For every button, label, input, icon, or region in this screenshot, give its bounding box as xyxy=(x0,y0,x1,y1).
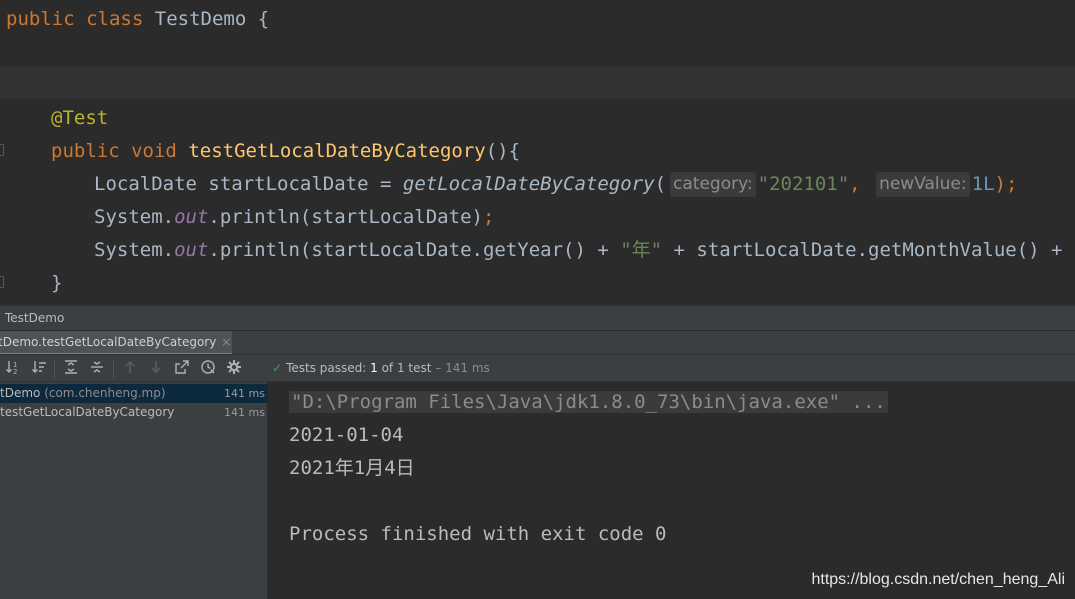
paren: ); xyxy=(994,173,1018,195)
test-duration: 141 ms xyxy=(224,406,265,419)
statement-line-3[interactable]: System.out.println(startLocalDate.getYea… xyxy=(94,234,1075,267)
string-literal: "年" xyxy=(620,239,663,261)
keyword: public xyxy=(51,140,120,162)
variable-assign: startLocalDate = xyxy=(208,173,392,195)
run-config-title: TestDemo xyxy=(5,311,65,325)
class-ref: System. xyxy=(94,206,175,228)
statement-line-1[interactable]: LocalDate startLocalDate = getLocalDateB… xyxy=(94,168,1017,201)
status-time: – 141 ms xyxy=(435,361,490,375)
annotation-line[interactable]: @Test xyxy=(51,102,108,135)
status-prefix: Tests passed: xyxy=(286,361,367,375)
console-output-line: 2021-01-04 xyxy=(289,424,404,446)
method-name: testGetLocalDateByCategory xyxy=(188,140,486,162)
closing-brace[interactable]: } xyxy=(51,267,62,300)
export-icon[interactable] xyxy=(172,359,192,379)
brace: { xyxy=(257,8,270,30)
check-icon: ✓ xyxy=(272,361,283,375)
keyword: public xyxy=(6,8,75,30)
package-name: (com.chenheng.mp) xyxy=(44,386,166,400)
watermark: https://blog.csdn.net/chen_heng_Ali xyxy=(811,571,1065,588)
call: + startLocalDate.getMonthValue() + xyxy=(662,239,1074,261)
semicolon: ; xyxy=(482,206,495,228)
tree-row-method[interactable]: testGetLocalDateByCategory 141 ms xyxy=(0,403,268,422)
test-status: ✓ Tests passed: 1 of 1 test – 141 ms xyxy=(272,361,490,375)
console-command-line: "D:\Program Files\Java\jdk1.8.0_73\bin\j… xyxy=(289,386,888,419)
type-name: LocalDate xyxy=(94,173,197,195)
call: .println(startLocalDate) xyxy=(208,206,483,228)
brace: } xyxy=(51,272,63,294)
process-exit-line: Process finished with exit code 0 xyxy=(289,523,667,545)
console-output[interactable]: "D:\Program Files\Java\jdk1.8.0_73\bin\j… xyxy=(268,382,1075,599)
parens: (){ xyxy=(485,140,521,162)
method-call: getLocalDateByCategory xyxy=(402,173,655,195)
string-literal: "202101" xyxy=(757,173,850,195)
parameter-hint: newValue: xyxy=(876,172,970,197)
run-tabs: tDemo.testGetLocalDateByCategory × xyxy=(0,330,1075,355)
toolbar-separator xyxy=(54,360,55,378)
keyword: class xyxy=(86,8,144,30)
java-command: "D:\Program Files\Java\jdk1.8.0_73\bin\j… xyxy=(289,391,888,413)
code-editor[interactable]: public class TestDemo { @Test public voi… xyxy=(0,0,1075,305)
current-line-highlight xyxy=(0,66,1075,99)
toolbar-separator xyxy=(113,360,114,378)
expand-all-icon[interactable] xyxy=(61,359,81,379)
test-tree: tDemo (com.chenheng.mp) 141 ms testGetLo… xyxy=(0,382,268,599)
tab-test-run[interactable]: tDemo.testGetLocalDateByCategory × xyxy=(0,331,232,355)
collapse-all-icon[interactable] xyxy=(87,359,107,379)
tab-label: tDemo.testGetLocalDateByCategory xyxy=(0,335,217,349)
status-suffix: of 1 test xyxy=(381,361,432,375)
tree-row-class[interactable]: tDemo (com.chenheng.mp) 141 ms xyxy=(0,384,268,403)
console-output-line: 2021年1月4日 xyxy=(289,457,415,479)
class-ref: System. xyxy=(94,239,175,261)
settings-icon[interactable] xyxy=(224,359,244,379)
static-field: out xyxy=(174,206,209,228)
paren: ( xyxy=(654,173,667,195)
method-declaration[interactable]: public void testGetLocalDateByCategory()… xyxy=(51,135,520,168)
class-declaration[interactable]: public class TestDemo { xyxy=(6,3,269,36)
close-icon[interactable]: × xyxy=(221,335,231,349)
class-name: TestDemo xyxy=(154,8,247,30)
fold-marker-icon[interactable] xyxy=(0,276,4,288)
test-method-name: testGetLocalDateByCategory xyxy=(0,405,175,419)
call: .println(startLocalDate.getYear() + xyxy=(208,239,621,261)
annotation: @Test xyxy=(51,107,109,129)
test-toolbar: 12 ✓ Tests passed: 1 of 1 test – 141 ms xyxy=(0,354,1075,382)
prev-failed-icon[interactable] xyxy=(120,359,140,379)
status-count: 1 xyxy=(370,361,378,375)
svg-text:2: 2 xyxy=(13,368,17,375)
test-class-name: tDemo xyxy=(0,386,41,400)
number-literal: 1L xyxy=(971,173,995,195)
test-duration: 141 ms xyxy=(224,387,265,400)
statement-line-2[interactable]: System.out.println(startLocalDate); xyxy=(94,201,494,234)
sort-duration-icon[interactable] xyxy=(29,359,49,379)
run-tool-window-header: TestDemo xyxy=(0,305,1075,330)
history-icon[interactable] xyxy=(198,359,218,379)
static-field: out xyxy=(174,239,209,261)
comma: , xyxy=(849,173,861,195)
sort-alpha-icon[interactable]: 12 xyxy=(3,359,23,379)
fold-marker-icon[interactable] xyxy=(0,144,4,156)
parameter-hint: category: xyxy=(670,172,756,197)
keyword: void xyxy=(131,140,177,162)
next-failed-icon[interactable] xyxy=(146,359,166,379)
